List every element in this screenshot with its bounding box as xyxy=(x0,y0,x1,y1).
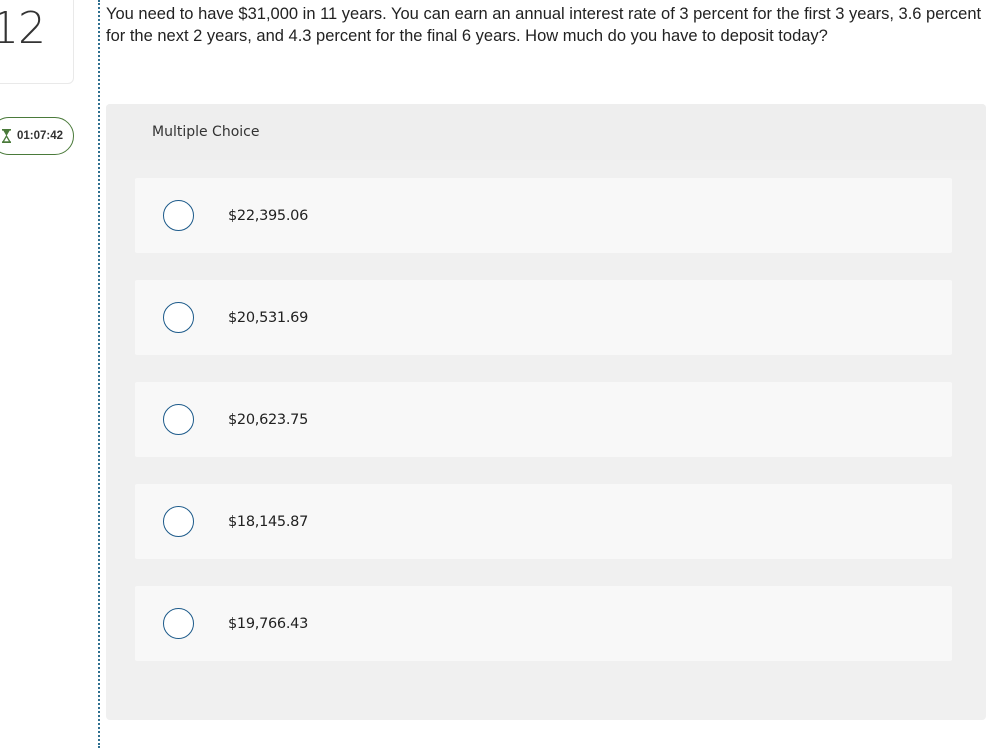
choice-option-2[interactable]: $20,531.69 xyxy=(135,280,952,355)
answer-panel: Multiple Choice $22,395.06 $20,531.69 $2… xyxy=(106,104,986,720)
choice-label-2: $20,531.69 xyxy=(228,309,309,326)
radio-button-4[interactable] xyxy=(163,506,194,537)
choice-option-5[interactable]: $19,766.43 xyxy=(135,586,952,661)
multiple-choice-header: Multiple Choice xyxy=(106,104,986,160)
question-number: 12 xyxy=(0,3,46,54)
choice-option-1[interactable]: $22,395.06 xyxy=(135,178,952,253)
quiz-page: 12 01:07:42 You need to have $31,000 in … xyxy=(0,0,1008,748)
choice-label-3: $20,623.75 xyxy=(228,411,309,428)
question-number-card: 12 xyxy=(0,0,74,84)
radio-button-3[interactable] xyxy=(163,404,194,435)
question-text: You need to have $31,000 in 11 years. Yo… xyxy=(106,5,982,45)
choice-label-5: $19,766.43 xyxy=(228,615,309,632)
timer[interactable]: 01:07:42 xyxy=(0,117,74,155)
dotted-divider xyxy=(98,0,100,748)
choice-label-1: $22,395.06 xyxy=(228,207,309,224)
choice-list: $22,395.06 $20,531.69 $20,623.75 $18,145… xyxy=(135,178,952,688)
timer-value: 01:07:42 xyxy=(17,130,64,142)
radio-button-1[interactable] xyxy=(163,200,194,231)
hourglass-icon xyxy=(1,129,12,143)
radio-button-5[interactable] xyxy=(163,608,194,639)
choice-option-4[interactable]: $18,145.87 xyxy=(135,484,952,559)
choice-option-3[interactable]: $20,623.75 xyxy=(135,382,952,457)
radio-button-2[interactable] xyxy=(163,302,194,333)
choice-label-4: $18,145.87 xyxy=(228,513,309,530)
